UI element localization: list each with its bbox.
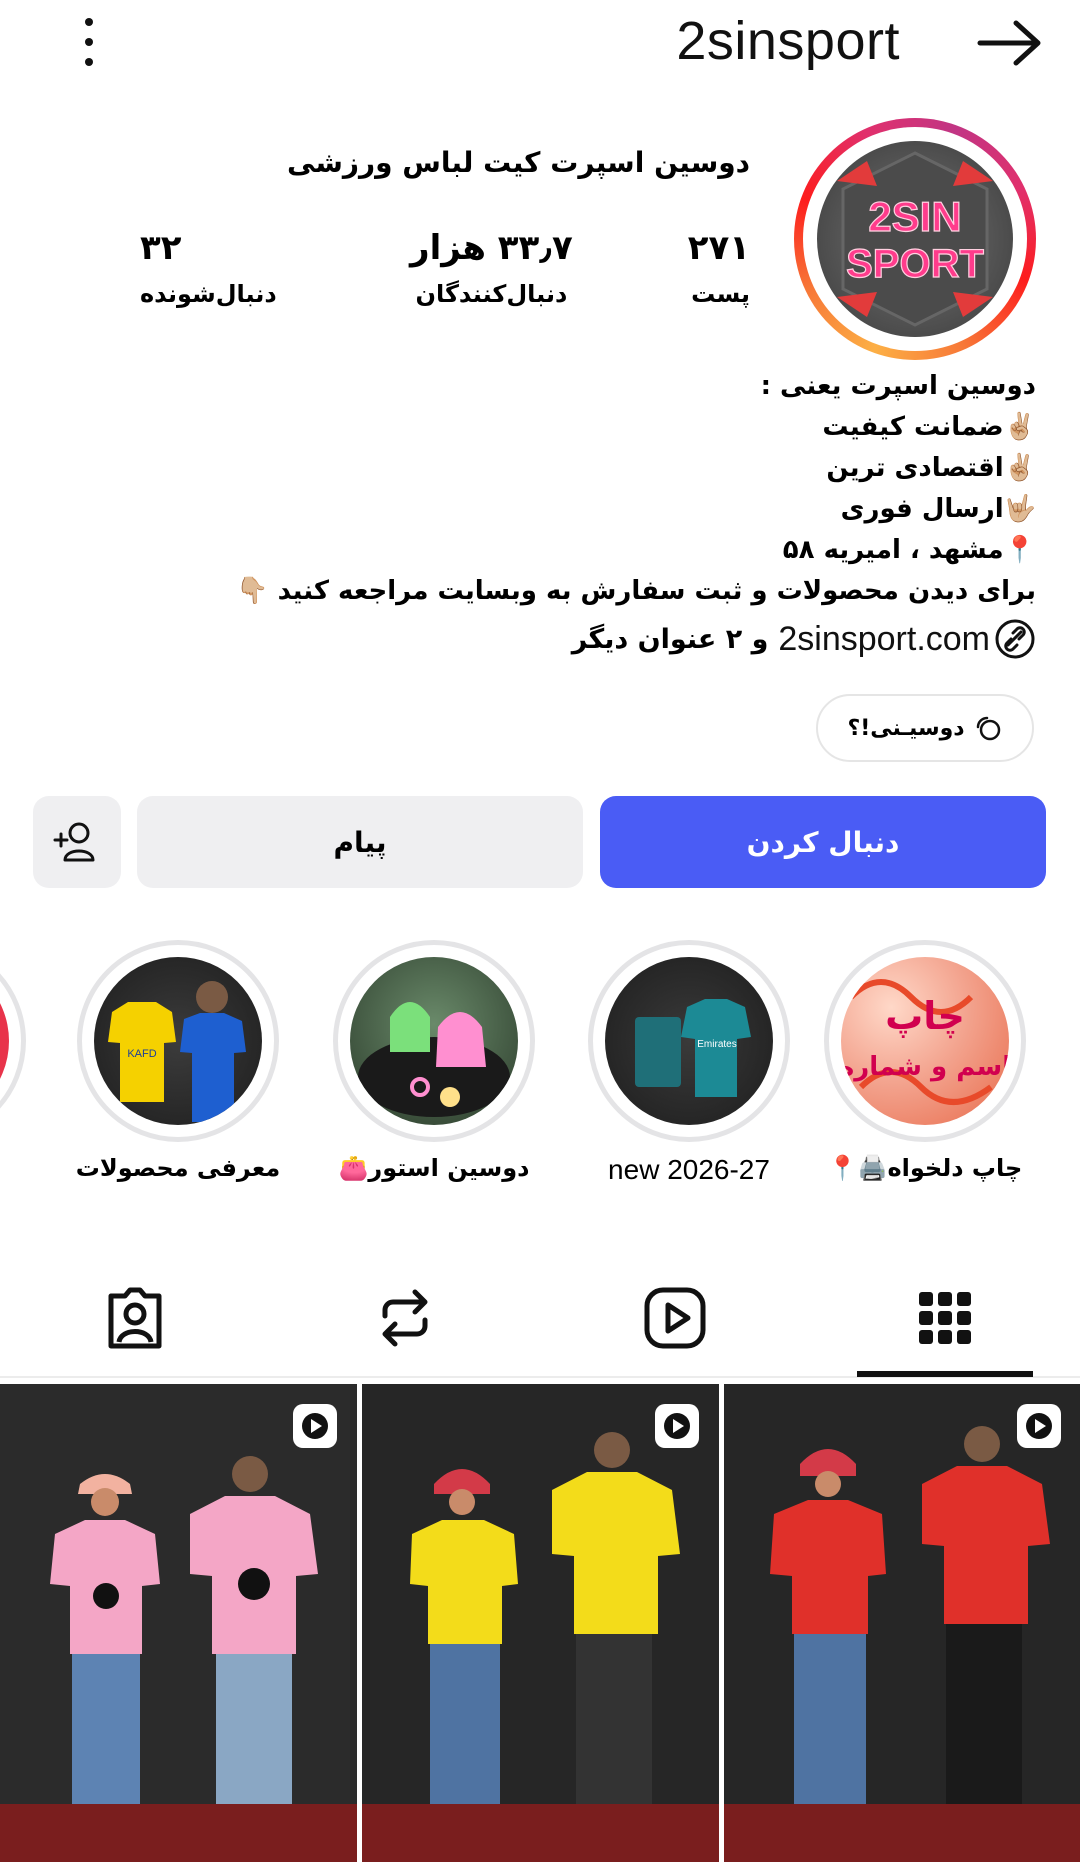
highlight-cover: Emirates (605, 957, 773, 1125)
active-tab-indicator (857, 1371, 1033, 1377)
reel-badge (1017, 1404, 1061, 1448)
tab-reposts[interactable] (360, 1278, 450, 1358)
highlight-cover-text: چاپ (885, 994, 965, 1038)
grid-post[interactable] (362, 1384, 719, 1862)
avatar-logo-line-2: SPORT (846, 242, 984, 286)
highlight-cover-text: اسم و شماره (841, 1052, 1009, 1082)
bio-line: 🤟🏼ارسال فوری (840, 494, 1036, 524)
posts-label: پست (691, 280, 750, 308)
grid-post[interactable] (0, 1384, 357, 1862)
bio-line: برای دیدن محصولات و ثبت سفارش به وبسایت … (236, 576, 1036, 606)
profile-tabs (0, 1268, 1080, 1378)
followers-label: دنبال‌کنندگان (415, 280, 568, 308)
more-links[interactable]: و ۲ عنوان دیگر (572, 624, 769, 655)
following-count: ۳۲ (140, 228, 182, 268)
link-icon (995, 619, 1035, 659)
svg-text:Emirates: Emirates (697, 1039, 736, 1050)
tab-posts-grid[interactable] (900, 1278, 990, 1358)
website-link[interactable]: 2sinsport.com و ۲ عنوان دیگر (572, 618, 1036, 660)
profile-bio: دوسین اسپرت یعنی : ✌🏼ضمانت کیفیت ✌🏼اقتصا… (236, 366, 1036, 612)
reels-icon (1026, 1413, 1052, 1439)
highlight-cover: چاپ اسم و شماره (841, 957, 1009, 1125)
highlight-partial[interactable] (0, 940, 30, 1142)
highlight-label: معرفی محصولات (75, 1154, 281, 1182)
highlight-cover (350, 957, 518, 1125)
highlight-label: چاپ دلخواه🖨️📍 (827, 1154, 1023, 1182)
avatar: 2SIN SPORT (817, 141, 1013, 337)
threads-chip[interactable]: دوسیـنی!؟ (816, 694, 1034, 762)
back-arrow-icon[interactable] (976, 18, 1046, 68)
bio-line: ✌🏼ضمانت کیفیت (822, 412, 1036, 442)
followers-count: ۳۳٫۷ هزار (410, 228, 573, 268)
threads-icon (976, 716, 1000, 741)
highlight-new-season[interactable]: Emirates new 2026-27 (584, 940, 794, 1186)
posts-count: ۲۷۱ (687, 228, 750, 268)
highlight-cover: KAFD (94, 957, 262, 1125)
bio-line: ✌🏼اقتصادی ترین (826, 453, 1036, 483)
highlight-store[interactable]: دوسین استور👛 (329, 940, 539, 1182)
profile-avatar-story-ring[interactable]: 2SIN SPORT (794, 118, 1036, 360)
highlight-products[interactable]: KAFD معرفی محصولات (73, 940, 283, 1182)
grid-icon (919, 1292, 971, 1344)
more-options-icon[interactable] (70, 18, 106, 66)
suggested-users-button[interactable] (33, 796, 121, 888)
followers-stat[interactable]: ۳۳٫۷ هزار دنبال‌کنندگان (410, 228, 573, 308)
reel-badge (293, 1404, 337, 1448)
reels-icon (302, 1413, 328, 1439)
website-url[interactable]: 2sinsport.com (778, 620, 990, 659)
bio-line: دوسین اسپرت یعنی : (760, 371, 1036, 401)
tab-reels[interactable] (630, 1278, 720, 1358)
posts-grid (0, 1384, 1080, 1862)
highlight-label: new 2026-27 (608, 1154, 770, 1185)
profile-header: 2sinsport (0, 0, 1080, 90)
grid-post[interactable] (724, 1384, 1080, 1862)
following-label: دنبال‌شونده (140, 280, 277, 308)
reel-badge (655, 1404, 699, 1448)
repost-icon (382, 1289, 428, 1347)
tagged-person-icon (108, 1287, 162, 1349)
highlight-custom-print[interactable]: چاپ اسم و شماره چاپ دلخواه🖨️📍 (820, 940, 1030, 1182)
add-person-icon (53, 822, 95, 862)
bio-line: 📍مشهد ، امیریه ۵۸ (782, 535, 1036, 565)
reels-icon (644, 1287, 706, 1349)
highlight-label: دوسین استور👛 (338, 1154, 530, 1182)
profile-username: 2sinsport (676, 11, 900, 71)
avatar-logo-line-1: 2SIN (868, 193, 961, 240)
highlight-cover-text: KAFD (127, 1048, 156, 1060)
posts-stat[interactable]: ۲۷۱ پست (688, 228, 750, 308)
threads-chip-label: دوسیـنی!؟ (847, 715, 965, 741)
message-button[interactable]: پیام (137, 796, 583, 888)
display-name: دوسین اسپرت کیت لباس ورزشی (287, 146, 750, 179)
following-stat[interactable]: ۳۲ دنبال‌شونده (140, 228, 277, 308)
reels-icon (664, 1413, 690, 1439)
tab-tagged[interactable] (90, 1278, 180, 1358)
follow-button[interactable]: دنبال کردن (600, 796, 1046, 888)
